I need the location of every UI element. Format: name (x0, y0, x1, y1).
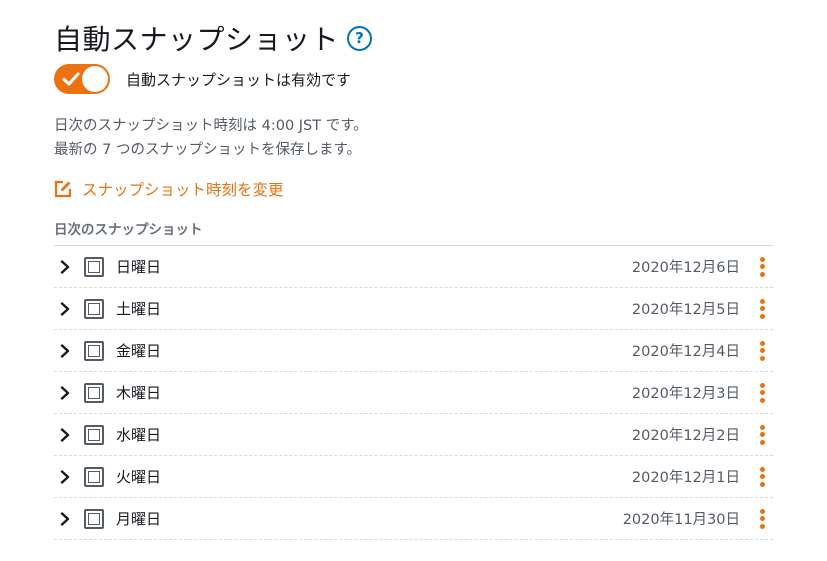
snapshot-checkbox[interactable] (84, 340, 104, 361)
title-row: 自動スナップショット ? (54, 18, 373, 58)
snapshot-day: 土曜日 (116, 300, 162, 318)
chevron-right-icon[interactable] (58, 385, 72, 400)
automatic-snapshots-page: 自動スナップショット ? 自動スナップショットは有効です 日次のスナップショット… (0, 0, 827, 561)
snapshot-checkbox[interactable] (84, 256, 104, 277)
snapshot-date: 2020年12月1日 (631, 470, 740, 486)
snapshot-row: 月曜日 2020年11月30日 (54, 498, 773, 540)
snapshot-date: 2020年12月2日 (631, 428, 740, 444)
auto-snapshot-toggle[interactable] (54, 64, 110, 94)
snapshot-date: 2020年11月30日 (622, 512, 740, 528)
snapshot-date: 2020年12月5日 (631, 302, 740, 318)
more-actions-icon[interactable] (759, 508, 765, 529)
more-actions-icon[interactable] (759, 256, 765, 277)
snapshot-date: 2020年12月6日 (631, 260, 740, 276)
snapshot-day: 木曜日 (116, 384, 162, 402)
snapshot-checkbox[interactable] (84, 298, 104, 319)
snapshot-checkbox[interactable] (84, 382, 104, 403)
edit-icon (54, 180, 72, 198)
daily-snapshots-header: 日次のスナップショット (54, 222, 203, 238)
snapshot-row: 木曜日 2020年12月3日 (54, 372, 773, 414)
chevron-right-icon[interactable] (58, 427, 72, 442)
more-actions-icon[interactable] (759, 466, 765, 487)
chevron-right-icon[interactable] (58, 259, 72, 274)
toggle-row: 自動スナップショットは有効です (54, 64, 351, 94)
change-snapshot-time-link[interactable]: スナップショット時刻を変更 (54, 177, 284, 201)
snapshot-day: 火曜日 (116, 468, 162, 486)
snapshot-row: 火曜日 2020年12月1日 (54, 456, 773, 498)
snapshot-date: 2020年12月4日 (631, 344, 740, 360)
daily-snapshots-list: 日曜日 2020年12月6日土曜日 2020年12月5日金曜日 2020年12月4日木… (54, 245, 773, 540)
chevron-right-icon[interactable] (58, 301, 72, 316)
snapshot-day: 日曜日 (116, 258, 162, 276)
snapshot-date: 2020年12月3日 (631, 386, 740, 402)
toggle-knob (82, 66, 108, 92)
more-actions-icon[interactable] (759, 424, 765, 445)
snapshot-time-description: 日次のスナップショット時刻は 4:00 JST です。 (54, 118, 368, 134)
snapshot-checkbox[interactable] (84, 424, 104, 445)
snapshot-checkbox[interactable] (84, 466, 104, 487)
toggle-label: 自動スナップショットは有効です (126, 70, 352, 89)
snapshot-day: 月曜日 (116, 510, 162, 528)
more-actions-icon[interactable] (759, 340, 765, 361)
help-icon[interactable]: ? (347, 25, 373, 51)
chevron-right-icon[interactable] (58, 469, 72, 484)
snapshot-day: 金曜日 (116, 342, 162, 360)
snapshot-retention-description: 最新の 7 つのスナップショットを保存します。 (54, 142, 361, 158)
more-actions-icon[interactable] (759, 382, 765, 403)
snapshot-checkbox[interactable] (84, 508, 104, 529)
chevron-right-icon[interactable] (58, 511, 72, 526)
more-actions-icon[interactable] (759, 298, 765, 319)
change-snapshot-time-label: スナップショット時刻を変更 (82, 181, 284, 199)
snapshot-row: 日曜日 2020年12月6日 (54, 246, 773, 288)
snapshot-day: 水曜日 (116, 426, 162, 444)
snapshot-row: 土曜日 2020年12月5日 (54, 288, 773, 330)
check-icon (62, 72, 80, 86)
snapshot-row: 金曜日 2020年12月4日 (54, 330, 773, 372)
page-title: 自動スナップショット (54, 23, 340, 56)
chevron-right-icon[interactable] (58, 343, 72, 358)
snapshot-row: 水曜日 2020年12月2日 (54, 414, 773, 456)
